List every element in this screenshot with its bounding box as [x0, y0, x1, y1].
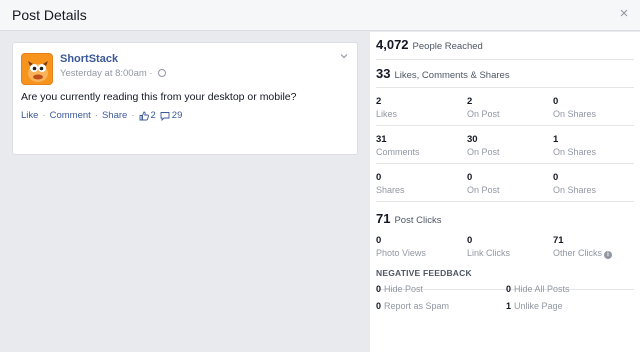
stat-value: 1 — [553, 134, 559, 145]
negative-item: 0 Report as Spam — [376, 301, 449, 311]
stat-value: 0 — [553, 172, 559, 183]
negative-value: 0 — [506, 284, 512, 294]
stat-value: 30 — [467, 134, 478, 145]
thumbs-up-icon[interactable] — [139, 111, 149, 121]
negative-item: 0 Hide Post — [376, 284, 423, 294]
post-timestamp[interactable]: Yesterday at 8:00am — [60, 68, 147, 79]
negative-label: Report as Spam — [384, 301, 450, 311]
stat-value: 0 — [376, 172, 382, 183]
insights-pane: 4,072 People Reached 33 Likes, Comments … — [370, 32, 640, 352]
dialog-title: Post Details — [12, 7, 87, 23]
chevron-down-icon[interactable] — [339, 51, 349, 61]
negative-value: 0 — [376, 301, 382, 311]
stat-label: On Shares — [553, 109, 597, 119]
shares-row: 0 Shares 0 On Post 0 On Shares — [376, 164, 634, 202]
stat-cell: 71 Other Clicks i — [553, 235, 639, 259]
negative-value: 0 — [376, 284, 382, 294]
stat-cell: 30 On Post — [467, 134, 553, 157]
stat-cell: 2 On Post — [467, 96, 553, 119]
post-text: Are you currently reading this from your… — [21, 91, 297, 103]
stat-value: 0 — [467, 235, 473, 246]
stat-value: 71 — [553, 235, 564, 246]
action-separator: · — [131, 110, 135, 121]
stat-cell: 0 On Shares — [553, 96, 639, 119]
negative-item: 0 Hide All Posts — [506, 284, 570, 294]
stat-cell: 2 Likes — [376, 96, 462, 119]
post-meta: Yesterday at 8:00am · — [60, 68, 167, 79]
stat-cell: 1 On Shares — [553, 134, 639, 157]
negative-feedback-title: NEGATIVE FEEDBACK — [376, 268, 472, 278]
negative-item: 1 Unlike Page — [506, 301, 563, 311]
reach-value: 4,072 — [376, 37, 409, 52]
stat-cell: 31 Comments — [376, 134, 462, 157]
engagement-section: 33 Likes, Comments & Shares — [376, 60, 634, 88]
shortstack-logo-icon — [22, 54, 52, 84]
stat-value: 0 — [553, 96, 559, 107]
clicks-value: 71 — [376, 211, 391, 226]
negative-label: Hide Post — [384, 284, 424, 294]
reach-section: 4,072 People Reached — [376, 32, 634, 60]
comment-count[interactable]: 29 — [172, 110, 183, 121]
stat-cell: 0 On Shares — [553, 172, 639, 195]
stat-label: On Post — [467, 185, 500, 195]
close-icon[interactable]: × — [618, 6, 630, 21]
stat-cell: 0 Photo Views — [376, 235, 462, 258]
comment-bubble-icon[interactable] — [160, 111, 170, 121]
other-clicks-label: Other Clicks — [553, 248, 603, 258]
negative-value: 1 — [506, 301, 512, 311]
post-actions: Like · Comment · Share · 2 29 — [21, 110, 186, 121]
like-link[interactable]: Like — [21, 110, 38, 121]
dialog-header: Post Details × — [0, 0, 640, 31]
info-icon[interactable]: i — [604, 251, 613, 259]
stat-label: Photo Views — [376, 248, 426, 258]
stat-label: Link Clicks — [467, 248, 511, 258]
likes-row: 2 Likes 2 On Post 0 On Shares — [376, 88, 634, 126]
stat-label: Shares — [376, 185, 405, 195]
engagement-value: 33 — [376, 66, 391, 81]
page-avatar[interactable] — [21, 53, 53, 85]
comments-row: 31 Comments 30 On Post 1 On Shares — [376, 126, 634, 164]
stat-cell: 0 Shares — [376, 172, 462, 195]
stat-value: 2 — [467, 96, 473, 107]
post-preview-pane: ShortStack Yesterday at 8:00am · Are you… — [0, 32, 370, 352]
stat-cell: 0 On Post — [467, 172, 553, 195]
stat-label: On Shares — [553, 147, 597, 157]
meta-separator: · — [146, 68, 156, 79]
post-card: ShortStack Yesterday at 8:00am · Are you… — [12, 42, 358, 155]
stat-label: Other Clicks i — [553, 248, 639, 259]
clicks-label: Post Clicks — [394, 215, 442, 226]
stat-value: 0 — [467, 172, 473, 183]
like-count[interactable]: 2 — [151, 110, 156, 121]
negative-label: Unlike Page — [514, 301, 563, 311]
stat-value: 2 — [376, 96, 382, 107]
negative-label: Hide All Posts — [514, 284, 570, 294]
comment-link[interactable]: Comment — [50, 110, 91, 121]
stat-value: 31 — [376, 134, 387, 145]
action-separator: · — [94, 110, 98, 121]
stat-value: 0 — [376, 235, 382, 246]
share-link[interactable]: Share — [102, 110, 127, 121]
stat-cell: 0 Link Clicks — [467, 235, 553, 258]
stat-label: On Post — [467, 147, 500, 157]
stat-label: Comments — [376, 147, 420, 157]
page-name-link[interactable]: ShortStack — [60, 53, 118, 65]
stat-label: Likes — [376, 109, 398, 119]
stat-label: On Shares — [553, 185, 597, 195]
engagement-label: Likes, Comments & Shares — [394, 70, 510, 81]
stat-label: On Post — [467, 109, 500, 119]
globe-icon — [158, 69, 167, 77]
action-separator: · — [42, 110, 46, 121]
reach-label: People Reached — [412, 41, 483, 52]
